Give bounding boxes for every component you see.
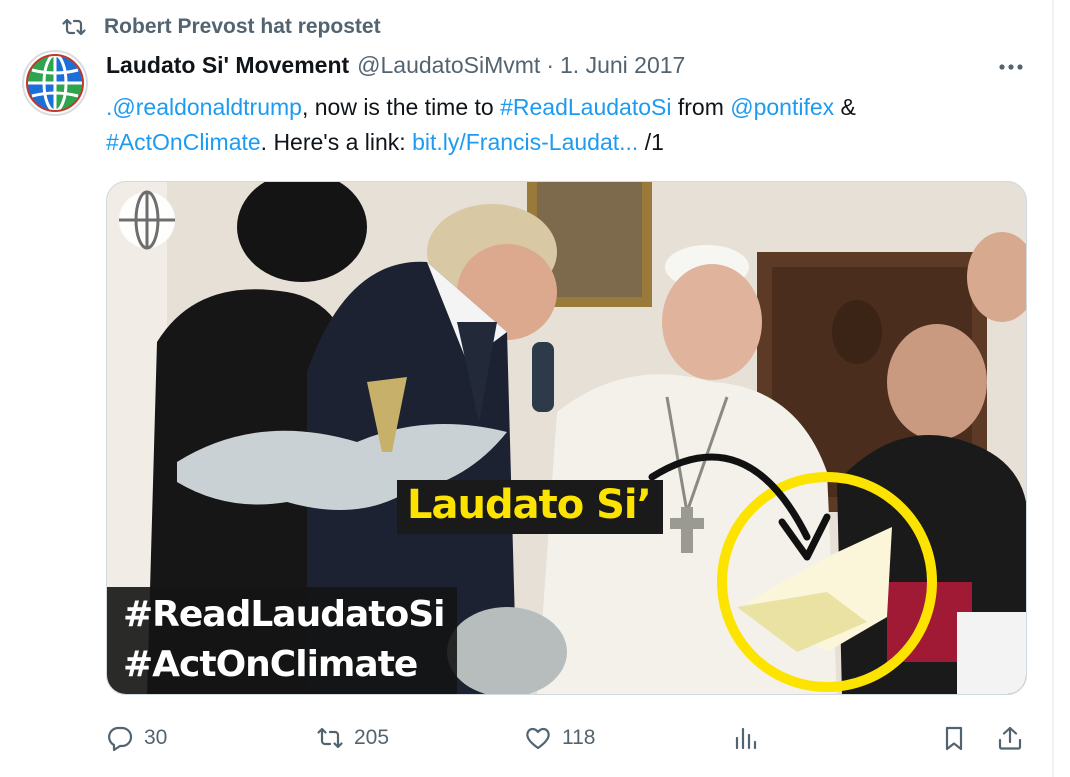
more-options-icon[interactable] bbox=[994, 52, 1028, 82]
header-separator: · bbox=[546, 52, 554, 78]
reply-count: 30 bbox=[144, 726, 168, 749]
share-button[interactable] bbox=[996, 720, 1024, 756]
tweet-text-segment: /1 bbox=[638, 129, 664, 155]
tweet-header: Laudato Si' Movement @LaudatoSiMvmt · 1.… bbox=[106, 52, 685, 82]
views-bar-chart-icon bbox=[735, 727, 757, 750]
repost-indicator[interactable]: Robert Prevost hat repostet bbox=[62, 14, 381, 40]
repost-icon bbox=[62, 18, 86, 36]
tweet-text-segment: from bbox=[671, 94, 731, 120]
like-button[interactable]: 118 bbox=[524, 720, 595, 756]
heart-icon bbox=[526, 727, 550, 750]
repost-button[interactable]: 205 bbox=[316, 720, 389, 756]
external-link[interactable]: bit.ly/Francis-Laudat... bbox=[412, 129, 638, 155]
tweet-text-segment: . Here's a link: bbox=[260, 129, 413, 155]
column-border bbox=[1052, 0, 1054, 777]
video-caption-label: Laudato Si’ bbox=[397, 480, 663, 534]
avatar[interactable] bbox=[22, 50, 88, 116]
repost-label: Robert Prevost hat repostet bbox=[104, 15, 381, 38]
tweet-media-video[interactable]: Laudato Si’ #ReadLaudatoSi #ActOnClimate bbox=[106, 181, 1027, 695]
overlay-hashtag-read: #ReadLaudatoSi bbox=[123, 594, 445, 635]
share-icon bbox=[998, 726, 1022, 750]
overlay-hashtag-climate: #ActOnClimate bbox=[123, 644, 418, 685]
hashtag-readlaudatosi[interactable]: #ReadLaudatoSi bbox=[500, 94, 671, 120]
hashtag-actonclimate[interactable]: #ActOnClimate bbox=[106, 129, 261, 155]
tweet-date[interactable]: 1. Juni 2017 bbox=[560, 52, 685, 79]
mention-pontifex[interactable]: @pontifex bbox=[730, 94, 834, 120]
tweet-actions: 30 205 118 bbox=[106, 720, 1036, 756]
tweet-text-segment: & bbox=[834, 94, 856, 120]
mention-realdonaldtrump[interactable]: .@realdonaldtrump bbox=[106, 94, 302, 120]
globe-logo-icon bbox=[26, 53, 84, 113]
tweet-text-segment: , now is the time to bbox=[301, 94, 501, 120]
bookmark-icon bbox=[945, 726, 963, 751]
author-handle[interactable]: @LaudatoSiMvmt bbox=[357, 52, 540, 79]
like-count: 118 bbox=[562, 726, 596, 749]
tweet-text: .@realdonaldtrump, now is the time to #R… bbox=[106, 90, 1026, 160]
repost-icon bbox=[317, 727, 343, 749]
views-button[interactable] bbox=[732, 720, 760, 756]
repost-count: 205 bbox=[354, 726, 390, 749]
reply-button[interactable]: 30 bbox=[106, 720, 167, 756]
reply-icon bbox=[108, 726, 133, 752]
bookmark-button[interactable] bbox=[940, 720, 968, 756]
author-name[interactable]: Laudato Si' Movement bbox=[106, 52, 349, 79]
